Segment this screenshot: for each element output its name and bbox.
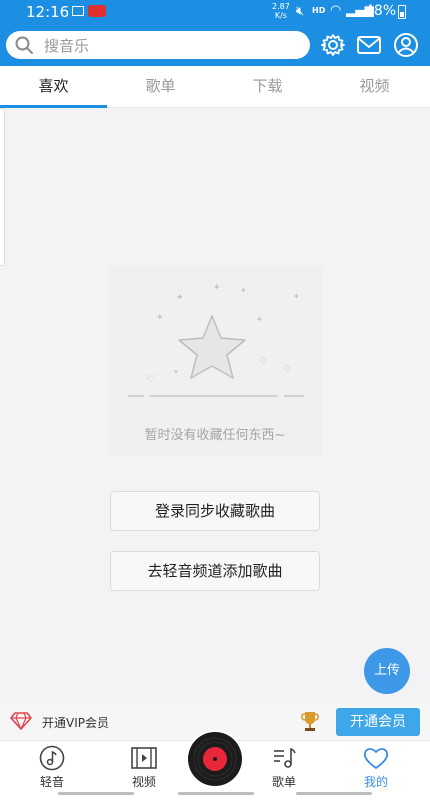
upload-button[interactable]: 上传 bbox=[364, 648, 410, 694]
login-sync-button[interactable]: 登录同步收藏歌曲 bbox=[110, 491, 320, 531]
svg-text:✦: ✦ bbox=[156, 313, 164, 323]
settings-button[interactable] bbox=[318, 30, 348, 60]
vip-text: 开通VIP会员 bbox=[42, 716, 109, 730]
tab-label: 喜欢 bbox=[38, 77, 69, 95]
empty-state: ✦ ✦ ✦ ✦ ✦ ✦ ♡ ○ ✦ ○ 暂时没有收藏任何东西~ bbox=[108, 266, 322, 456]
network-speed-value: 2.87 bbox=[272, 2, 290, 11]
vinyl-record-icon bbox=[189, 733, 241, 785]
tab-favorites[interactable]: 喜欢 bbox=[0, 66, 107, 108]
trophy-icon bbox=[301, 712, 319, 731]
svg-text:✦: ✦ bbox=[240, 286, 247, 295]
now-playing-disc[interactable] bbox=[188, 732, 242, 786]
nav-item-video[interactable]: 视频 bbox=[114, 745, 174, 791]
network-speed-unit: K/s bbox=[274, 11, 287, 20]
user-icon bbox=[394, 33, 418, 57]
tab-label: 视频 bbox=[359, 77, 390, 95]
svg-text:○: ○ bbox=[284, 364, 290, 372]
nav-item-playlists[interactable]: 歌单 bbox=[254, 745, 314, 791]
mute-icon: 🔇︎ bbox=[296, 4, 305, 19]
svg-text:♡: ♡ bbox=[146, 374, 155, 385]
open-vip-button[interactable]: 开通会员 bbox=[336, 708, 420, 736]
svg-text:✦: ✦ bbox=[176, 293, 184, 303]
tab-videos[interactable]: 视频 bbox=[321, 66, 428, 107]
nav-item-mine[interactable]: 我的 bbox=[346, 745, 406, 791]
svg-text:✦: ✦ bbox=[293, 292, 300, 301]
status-bar: 12:16 2.87 K/s 🔇︎ HD ◠ ▂▄▆ 48% bbox=[0, 0, 430, 24]
wifi-icon: ◠ bbox=[330, 3, 342, 18]
network-speed: 2.87 K/s bbox=[272, 2, 290, 20]
svg-text:○: ○ bbox=[260, 356, 266, 364]
hd-indicator: HD bbox=[312, 6, 326, 15]
profile-button[interactable] bbox=[391, 30, 421, 60]
tab-label: 歌单 bbox=[145, 77, 176, 95]
app-notification-icon bbox=[88, 5, 106, 17]
diamond-icon bbox=[10, 712, 32, 730]
heart-icon bbox=[363, 748, 389, 769]
status-time: 12:16 bbox=[26, 3, 70, 21]
search-icon bbox=[15, 36, 33, 54]
battery-percent: 48% bbox=[365, 3, 397, 19]
tab-downloads[interactable]: 下载 bbox=[214, 66, 321, 107]
search-input[interactable] bbox=[42, 34, 296, 58]
svg-text:✦: ✦ bbox=[256, 315, 263, 324]
mail-icon bbox=[357, 36, 381, 54]
nav-label: 歌单 bbox=[271, 775, 296, 789]
tab-playlists[interactable]: 歌单 bbox=[107, 66, 214, 107]
nav-label: 视频 bbox=[131, 775, 156, 789]
nav-label: 轻音 bbox=[39, 775, 64, 789]
gear-icon bbox=[321, 34, 345, 56]
tab-label: 下载 bbox=[252, 77, 283, 95]
search-box[interactable] bbox=[6, 31, 310, 59]
gesture-bar-center bbox=[178, 792, 254, 795]
battery-icon bbox=[398, 5, 406, 19]
add-songs-button[interactable]: 去轻音频道添加歌曲 bbox=[110, 551, 320, 591]
active-tab-indicator bbox=[0, 105, 107, 108]
gesture-bar-right bbox=[296, 792, 372, 795]
film-icon bbox=[131, 747, 157, 769]
side-drawer-handle[interactable] bbox=[0, 108, 5, 266]
empty-message: 暂时没有收藏任何东西~ bbox=[144, 428, 286, 443]
empty-star-illustration: ✦ ✦ ✦ ✦ ✦ ✦ ♡ ○ ✦ ○ bbox=[128, 283, 304, 397]
nav-item-light-music[interactable]: 轻音 bbox=[22, 745, 82, 791]
svg-text:✦: ✦ bbox=[173, 368, 179, 376]
nav-label: 我的 bbox=[363, 775, 388, 789]
music-note-icon bbox=[39, 745, 65, 771]
svg-text:✦: ✦ bbox=[213, 283, 221, 293]
tab-bar: 喜欢 歌单 下载 视频 bbox=[0, 66, 430, 108]
messages-button[interactable] bbox=[354, 30, 384, 60]
playlist-icon bbox=[274, 747, 296, 768]
gesture-bar-left bbox=[58, 792, 134, 795]
app-header bbox=[0, 24, 430, 66]
image-notification-icon bbox=[72, 6, 84, 16]
